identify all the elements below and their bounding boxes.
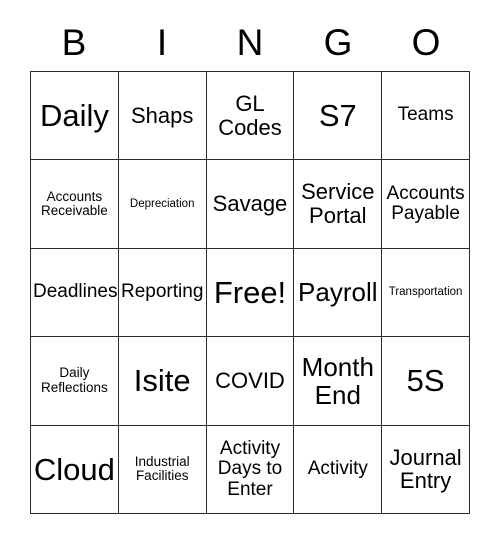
bingo-cell-r4c4[interactable]: Month End bbox=[294, 337, 383, 426]
bingo-cell-free[interactable]: Free! bbox=[206, 248, 295, 338]
bingo-cell-label: S7 bbox=[318, 97, 357, 133]
bingo-header-letter-g: G bbox=[323, 22, 353, 63]
bingo-cell-label: Transportation bbox=[388, 286, 463, 299]
bingo-cell-r4c3[interactable]: COVID bbox=[206, 337, 295, 426]
bingo-cell-r5c2[interactable]: Industrial Facilities bbox=[118, 425, 207, 514]
bingo-card: B I N G O Daily Shaps GL Codes S7 Teams … bbox=[0, 0, 500, 544]
bingo-cell-r5c1[interactable]: Cloud bbox=[31, 425, 119, 514]
bingo-cell-r2c1[interactable]: Accounts Receivable bbox=[31, 160, 119, 249]
bingo-cell-r4c5[interactable]: 5S bbox=[382, 337, 470, 426]
bingo-cell-label: Industrial Facilities bbox=[134, 453, 190, 484]
bingo-cell-label: Deadlines bbox=[33, 281, 118, 303]
bingo-header-letter-o: O bbox=[411, 22, 441, 63]
bingo-cell-label: Service Portal bbox=[301, 179, 375, 229]
bingo-header-letter-n: N bbox=[236, 22, 264, 63]
bingo-cell-label: Reporting bbox=[121, 281, 204, 303]
bingo-cell-label: Free! bbox=[213, 274, 287, 310]
bingo-cell-label: Accounts Receivable bbox=[41, 188, 108, 219]
bingo-cell-label: Daily bbox=[39, 97, 109, 133]
bingo-grid: Daily Shaps GL Codes S7 Teams Accounts R… bbox=[30, 71, 470, 514]
bingo-cell-label: Depreciation bbox=[129, 197, 195, 210]
bingo-cell-label: Activity Days to Enter bbox=[217, 437, 283, 500]
bingo-cell-label: Month End bbox=[301, 351, 374, 410]
bingo-cell-r3c5[interactable]: Transportation bbox=[382, 248, 470, 338]
bingo-cell-label: GL Codes bbox=[218, 90, 282, 140]
bingo-cell-r1c1[interactable]: Daily bbox=[31, 72, 119, 161]
bingo-cell-label: COVID bbox=[215, 368, 285, 394]
bingo-cell-r1c5[interactable]: Teams bbox=[382, 72, 470, 161]
bingo-cell-r5c4[interactable]: Activity bbox=[294, 425, 383, 514]
bingo-cell-r2c5[interactable]: Accounts Payable bbox=[382, 160, 470, 249]
bingo-cell-r4c2[interactable]: Isite bbox=[118, 337, 207, 426]
bingo-cell-r1c2[interactable]: Shaps bbox=[118, 72, 207, 161]
bingo-cell-label: Daily Reflections bbox=[41, 365, 108, 395]
bingo-cell-r3c1[interactable]: Deadlines bbox=[31, 248, 119, 338]
bingo-cell-label: Shaps bbox=[131, 102, 194, 128]
bingo-cell-r5c5[interactable]: Journal Entry bbox=[382, 425, 470, 514]
bingo-cell-r4c1[interactable]: Daily Reflections bbox=[31, 337, 119, 426]
bingo-cell-label: Journal Entry bbox=[389, 444, 462, 494]
bingo-cell-label: Teams bbox=[397, 104, 454, 126]
bingo-cell-r2c2[interactable]: Depreciation bbox=[118, 160, 207, 249]
bingo-cell-label: Activity bbox=[307, 458, 368, 480]
bingo-cell-r1c4[interactable]: S7 bbox=[294, 72, 383, 161]
bingo-header-row: B I N G O bbox=[30, 14, 470, 71]
bingo-cell-label: Savage bbox=[212, 191, 288, 217]
bingo-cell-label: Isite bbox=[133, 363, 191, 399]
bingo-cell-label: Payroll bbox=[298, 277, 378, 308]
bingo-cell-r3c4[interactable]: Payroll bbox=[294, 248, 383, 338]
bingo-cell-r2c4[interactable]: Service Portal bbox=[294, 160, 383, 249]
bingo-cell-label: Accounts Payable bbox=[386, 182, 465, 225]
bingo-header-letter-b: B bbox=[61, 22, 87, 63]
bingo-header-letter-i: I bbox=[156, 22, 168, 63]
bingo-cell-r5c3[interactable]: Activity Days to Enter bbox=[206, 425, 295, 514]
bingo-cell-label: Cloud bbox=[33, 451, 115, 487]
bingo-cell-r2c3[interactable]: Savage bbox=[206, 160, 295, 249]
bingo-cell-label: 5S bbox=[406, 363, 445, 399]
bingo-cell-r3c2[interactable]: Reporting bbox=[118, 248, 207, 338]
bingo-cell-r1c3[interactable]: GL Codes bbox=[206, 72, 295, 161]
